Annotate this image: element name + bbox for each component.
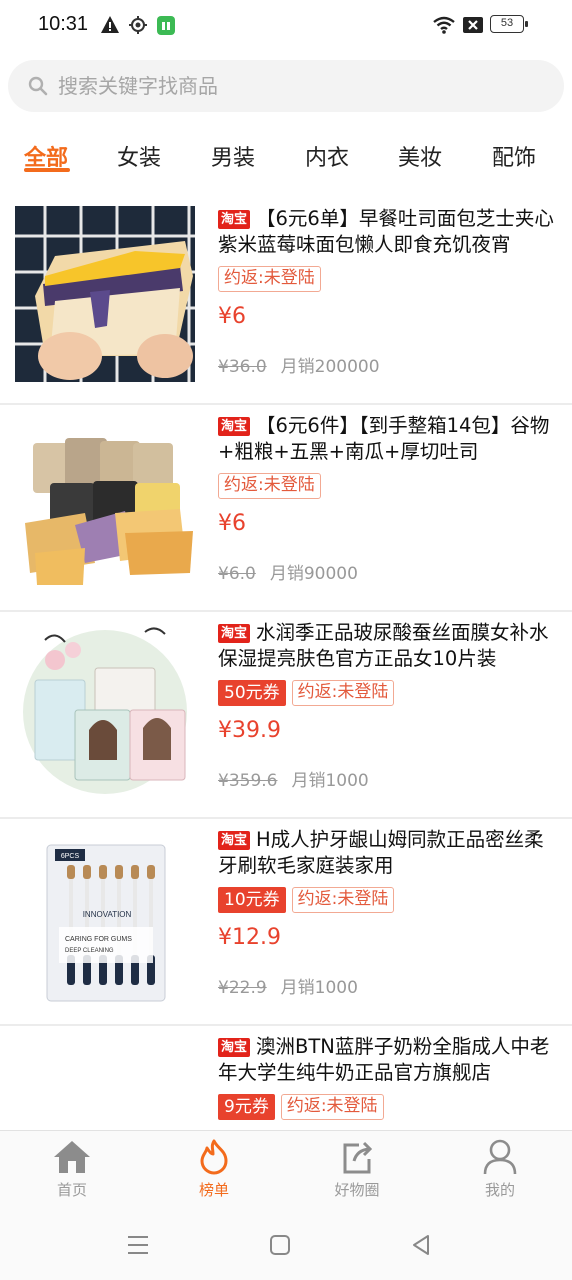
product-title: 淘宝 【6元6件】【到手整箱14包】谷物+粗粮+五黑+南瓜+厚切吐司 (218, 414, 550, 463)
rebate-tag: 约返:未登陆 (280, 1094, 384, 1120)
status-bar: 10:31 53 (0, 0, 572, 52)
product-image (15, 206, 195, 382)
product-item[interactable]: 6PCS INNOVATION CARING FOR GUMS DEEP CLE… (0, 819, 572, 1026)
taobao-badge: 淘宝 (218, 210, 251, 229)
product-title: 淘宝 水润季正品玻尿酸蚕丝面膜女补水保湿提亮肤色官方正品女10片装 (218, 621, 549, 670)
svg-text:INNOVATION: INNOVATION (83, 910, 132, 919)
menu-icon[interactable] (126, 1234, 150, 1256)
search-bar[interactable] (8, 60, 564, 112)
product-meta: ¥22.9 月销1000 (218, 973, 358, 998)
active-tab-indicator (24, 168, 70, 172)
warning-icon (101, 16, 119, 33)
search-icon (28, 76, 48, 96)
rebate-tag: 约返:未登陆 (218, 266, 321, 292)
tab-beauty[interactable]: 美妆 (398, 140, 442, 172)
tab-underwear[interactable]: 内衣 (305, 140, 349, 172)
product-title: 淘宝 【6元6单】早餐吐司面包芝士夹心紫米蓝莓味面包懒人即食充饥夜宵 (218, 207, 554, 256)
wifi-icon (433, 16, 455, 34)
product-price: ¥6 (218, 511, 246, 536)
product-tags: 10元券 约返:未登陆 (218, 887, 395, 913)
taobao-badge: 淘宝 (218, 831, 251, 850)
taobao-badge: 淘宝 (218, 417, 251, 436)
home-icon (54, 1141, 90, 1173)
nav-mine[interactable]: 我的 (450, 1139, 550, 1200)
location-icon (129, 16, 147, 34)
svg-text:DEEP CLEANING: DEEP CLEANING (65, 948, 114, 954)
product-price: ¥39.9 (218, 718, 281, 743)
rebate-tag: 约返:未登陆 (218, 473, 321, 499)
app-notification-icon (157, 16, 175, 35)
monthly-sales: 月销1000 (291, 771, 369, 791)
product-image: 6PCS INNOVATION CARING FOR GUMS DEEP CLE… (15, 827, 195, 1003)
product-price: ¥12.9 (218, 925, 281, 950)
product-item[interactable]: 淘宝 水润季正品玻尿酸蚕丝面膜女补水保湿提亮肤色官方正品女10片装 50元券 约返:… (0, 612, 572, 819)
nav-home[interactable]: 首页 (22, 1139, 122, 1200)
no-sim-icon (463, 17, 483, 33)
product-tags: 9元券 约返:未登陆 (218, 1094, 384, 1120)
product-item[interactable]: 淘宝 【6元6件】【到手整箱14包】谷物+粗粮+五黑+南瓜+厚切吐司 约返:未登陆… (0, 405, 572, 612)
monthly-sales: 月销90000 (269, 564, 358, 584)
category-tabs: 全部 女装 男装 内衣 美妆 配饰 (0, 132, 572, 180)
original-price: ¥359.6 (218, 771, 278, 791)
product-image (15, 413, 195, 589)
nav-ranking[interactable]: 榜单 (164, 1139, 264, 1200)
rebate-tag: 约返:未登陆 (291, 680, 395, 706)
monthly-sales: 月销1000 (280, 978, 358, 998)
nav-goods-circle-label: 好物圈 (334, 1181, 380, 1199)
product-meta: ¥359.6 月销1000 (218, 766, 369, 791)
flame-icon (200, 1139, 228, 1175)
product-title: 淘宝 澳洲BTN蓝胖子奶粉全脂成人中老年大学生纯牛奶正品官方旗舰店 (218, 1035, 550, 1084)
nav-ranking-label: 榜单 (198, 1181, 229, 1199)
original-price: ¥6.0 (218, 564, 256, 584)
coupon-tag: 9元券 (218, 1094, 275, 1120)
product-tags: 约返:未登陆 (218, 266, 321, 292)
taobao-badge: 淘宝 (218, 1038, 251, 1057)
tab-men[interactable]: 男装 (211, 140, 255, 172)
taobao-badge: 淘宝 (218, 624, 251, 643)
bottom-nav: 首页 榜单 好物圈 我的 (0, 1130, 572, 1212)
original-price: ¥22.9 (218, 978, 267, 998)
coupon-tag: 10元券 (218, 887, 286, 913)
tab-women[interactable]: 女装 (117, 140, 161, 172)
home-button-icon[interactable] (269, 1234, 291, 1256)
monthly-sales: 月销200000 (280, 357, 380, 377)
status-time: 10:31 (38, 13, 89, 35)
app-screen: 10:31 53 全部 女装 男装 内衣 美妆 配饰 (0, 0, 572, 1280)
back-icon[interactable] (410, 1234, 432, 1256)
svg-text:CARING FOR GUMS: CARING FOR GUMS (65, 936, 132, 943)
product-tags: 约返:未登陆 (218, 473, 321, 499)
nav-goods-circle[interactable]: 好物圈 (307, 1139, 407, 1200)
original-price: ¥36.0 (218, 357, 267, 377)
product-price: ¥6 (218, 304, 246, 329)
product-title: 淘宝 H成人护牙龈山姆同款正品密丝柔牙刷软毛家庭装家用 (218, 828, 544, 877)
product-tags: 50元券 约返:未登陆 (218, 680, 395, 706)
nav-home-label: 首页 (56, 1181, 87, 1199)
coupon-tag: 50元券 (218, 680, 286, 706)
nav-mine-label: 我的 (484, 1181, 515, 1199)
product-image (15, 620, 195, 796)
share-icon (343, 1141, 373, 1174)
product-meta: ¥6.0 月销90000 (218, 559, 358, 584)
product-item[interactable]: 淘宝 【6元6单】早餐吐司面包芝士夹心紫米蓝莓味面包懒人即食充饥夜宵 约返:未登陆… (0, 198, 572, 405)
tab-accessories[interactable]: 配饰 (492, 140, 536, 172)
svg-text:6PCS: 6PCS (61, 853, 80, 860)
search-input[interactable] (58, 60, 538, 112)
system-nav-bar (0, 1212, 572, 1280)
user-icon (483, 1139, 517, 1175)
rebate-tag: 约返:未登陆 (291, 887, 395, 913)
battery-indicator: 53 (490, 15, 528, 33)
product-meta: ¥36.0 月销200000 (218, 352, 380, 377)
